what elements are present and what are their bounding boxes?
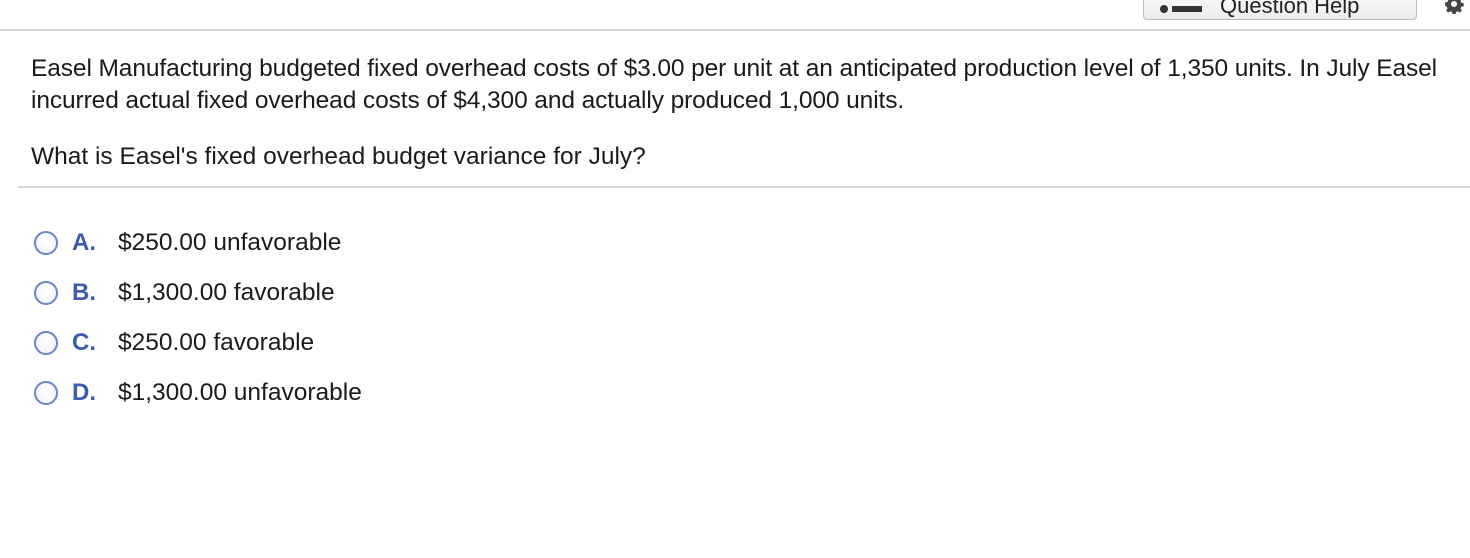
option-d[interactable]: D. $1,300.00 unfavorable: [34, 368, 362, 418]
question-help-button[interactable]: Question Help: [1143, 0, 1417, 20]
option-text: $250.00 unfavorable: [118, 229, 342, 256]
option-a[interactable]: A. $250.00 unfavorable: [34, 218, 362, 268]
option-letter: C.: [72, 329, 96, 356]
help-icon: [1160, 5, 1204, 13]
top-divider: [0, 29, 1470, 31]
section-divider: [18, 186, 1470, 188]
radio-button[interactable]: [34, 281, 58, 305]
gear-icon[interactable]: [1444, 0, 1464, 14]
question-prompt: What is Easel's fixed overhead budget va…: [31, 143, 646, 170]
option-letter: A.: [72, 229, 96, 256]
option-text: $1,300.00 favorable: [118, 279, 335, 306]
radio-button[interactable]: [34, 231, 58, 255]
question-text: Easel Manufacturing budgeted fixed overh…: [31, 55, 1437, 114]
question-help-label: Question Help: [1220, 0, 1360, 18]
answer-options: A. $250.00 unfavorable B. $1,300.00 favo…: [34, 218, 362, 418]
radio-button[interactable]: [34, 331, 58, 355]
top-toolbar: Question Help: [0, 0, 1470, 30]
option-text: $250.00 favorable: [118, 329, 315, 356]
option-letter: B.: [72, 279, 96, 306]
option-text: $1,300.00 unfavorable: [118, 379, 362, 406]
option-c[interactable]: C. $250.00 favorable: [34, 318, 362, 368]
option-b[interactable]: B. $1,300.00 favorable: [34, 268, 362, 318]
option-letter: D.: [72, 379, 96, 406]
radio-button[interactable]: [34, 381, 58, 405]
